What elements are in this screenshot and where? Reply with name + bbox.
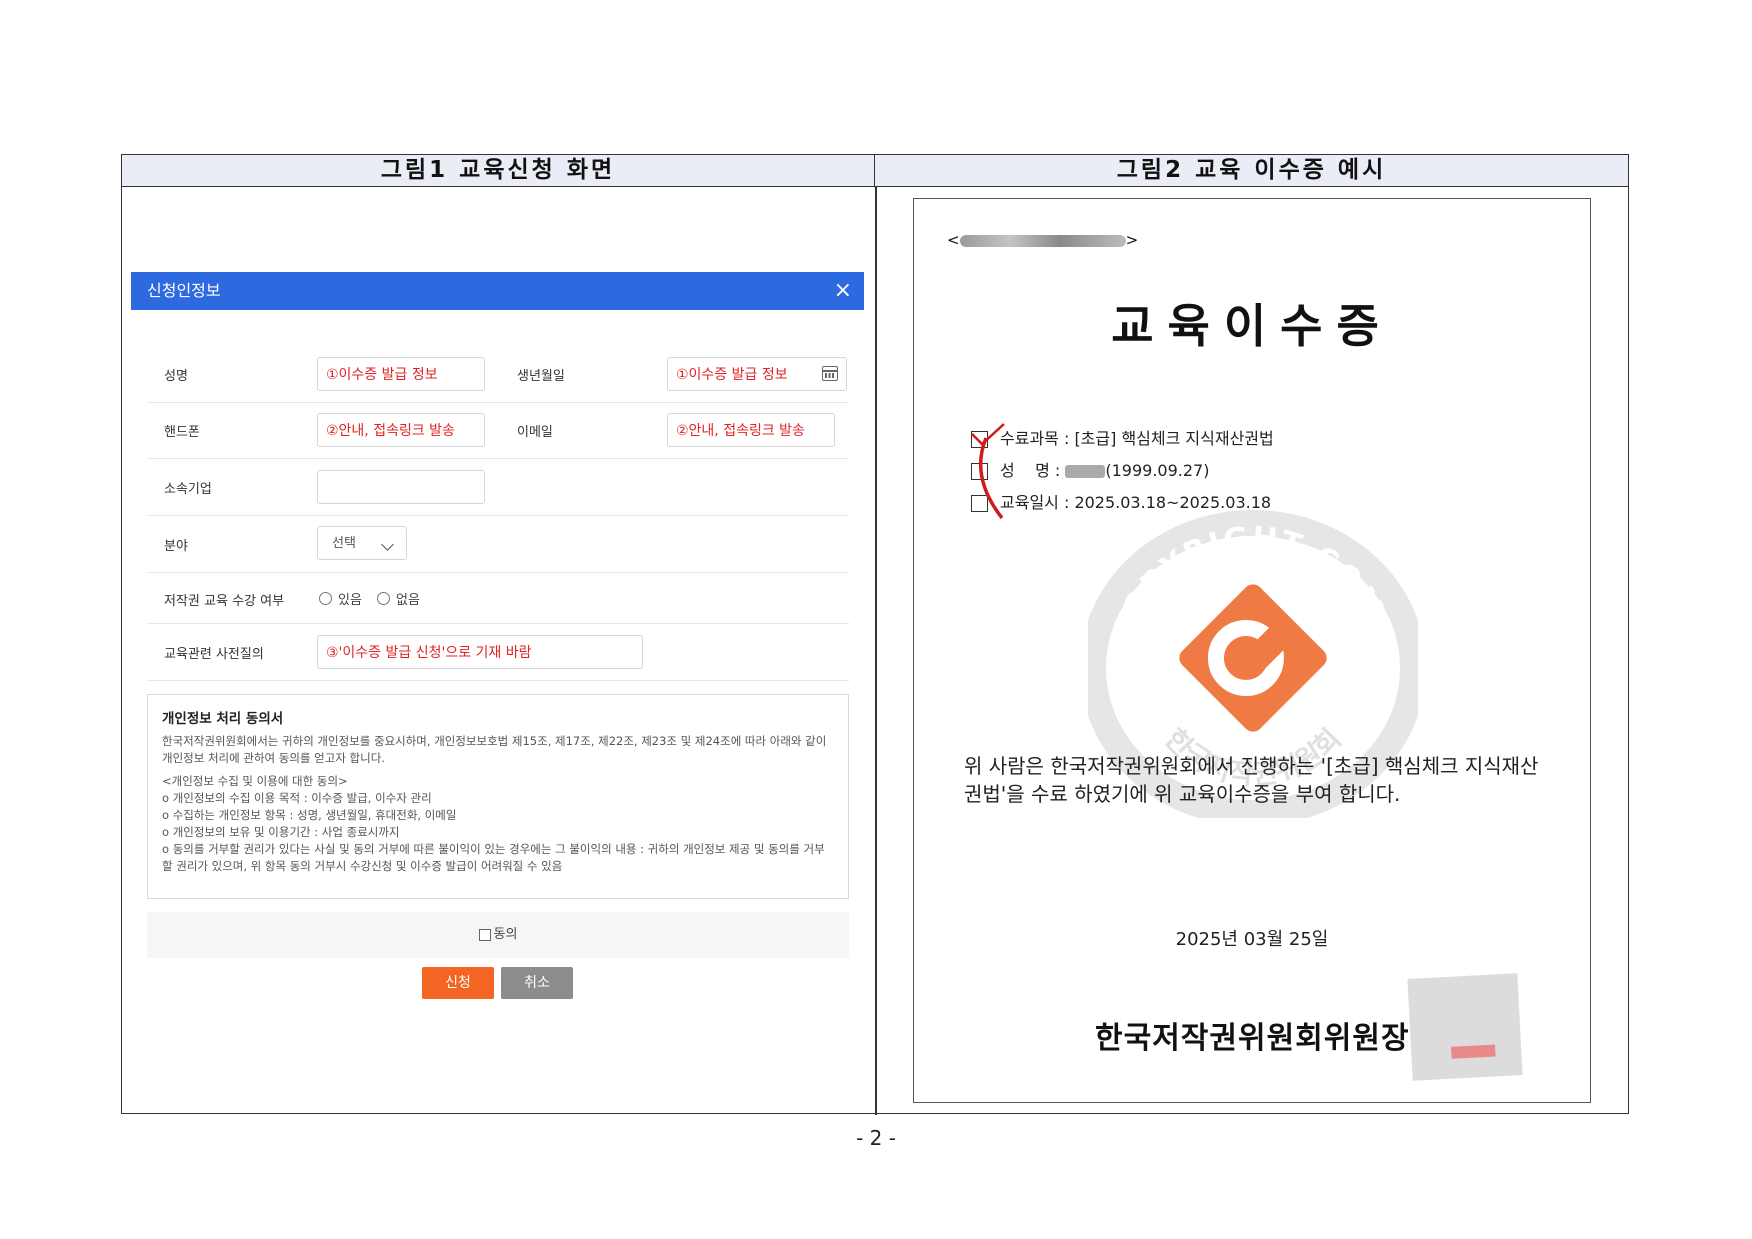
- page-number: - 2 -: [856, 1126, 896, 1150]
- radio-no[interactable]: [377, 592, 391, 605]
- form-titlebar: 신청인정보 ×: [131, 272, 864, 310]
- phone-input[interactable]: ②안내, 접속링크 발송: [317, 413, 485, 447]
- close-icon[interactable]: ×: [834, 272, 852, 310]
- question-label: 교육관련 사전질의: [164, 647, 264, 662]
- redacted-number: [959, 234, 1126, 247]
- certificate-number-prefix: <: [947, 231, 960, 249]
- form-row-question: 교육관련 사전질의 ③'이수증 발급 신청'으로 기재 바람: [147, 624, 849, 681]
- form-title: 신청인정보: [147, 281, 221, 300]
- cancel-button[interactable]: 취소: [501, 967, 573, 999]
- birth-input[interactable]: ①이수증 발급 정보: [667, 357, 847, 391]
- issue-date: 2025년 03월 25일: [1175, 929, 1329, 950]
- field-select[interactable]: 선택: [317, 526, 407, 560]
- redacted-name: [1065, 465, 1106, 478]
- field-select-value: 선택: [332, 536, 356, 551]
- radio-yes-label: 있음: [338, 593, 362, 608]
- form-row-copyright: 저작권 교육 수강 여부 있음 없음: [147, 573, 849, 624]
- apply-button[interactable]: 신청: [422, 967, 494, 999]
- birth-input-value: ①이수증 발급 정보: [676, 367, 788, 383]
- consent-box[interactable]: 개인정보 처리 동의서 한국저작권위원회에서는 귀하의 개인정보를 중요시하며,…: [147, 694, 849, 899]
- radio-no-label: 없음: [396, 593, 420, 608]
- calendar-icon[interactable]: [822, 366, 838, 381]
- red-check-mark-icon: [971, 423, 1005, 520]
- agree-checkbox[interactable]: [478, 928, 491, 941]
- consent-line: o 개인정보의 보유 및 이용기간 : 사업 종료시까지: [162, 825, 400, 839]
- right-header: 그림2 교육 이수증 예시: [875, 155, 1628, 187]
- company-label: 소속기업: [164, 482, 212, 497]
- certificate-body: 위 사람은 한국저작권위원회에서 진행하는 '[초급] 핵심체크 지식재산권법'…: [964, 754, 1539, 806]
- copyright-label: 저작권 교육 수강 여부: [164, 594, 285, 609]
- name-suffix: (1999.09.27): [1105, 461, 1210, 480]
- chevron-down-icon: [381, 538, 394, 551]
- certificate-title: 교육이수증: [1111, 299, 1393, 353]
- column-divider: [875, 186, 877, 1115]
- radio-yes[interactable]: [319, 592, 332, 605]
- form-row-field: 분야 선택: [147, 516, 849, 573]
- course-text: 수료과목 : [초급] 핵심체크 지식재산권법: [1000, 429, 1274, 448]
- redacted-stamp: [1407, 973, 1523, 1081]
- date-range-text: 교육일시 : 2025.03.18~2025.03.18: [1000, 493, 1272, 512]
- issuer-name: 한국저작권위원회위원장: [1095, 1021, 1410, 1056]
- email-label: 이메일: [517, 425, 553, 440]
- field-label: 분야: [164, 539, 188, 554]
- certificate-number: < >: [947, 231, 1138, 249]
- agree-row: 동의: [147, 912, 849, 958]
- left-header: 그림1 교육신청 화면: [122, 155, 875, 187]
- consent-line: o 개인정보의 수집 이용 목적 : 이수증 발급, 이수자 관리: [162, 791, 432, 805]
- form-row-name: 성명 ①이수증 발급 정보 생년월일 ①이수증 발급 정보: [147, 347, 849, 403]
- question-input[interactable]: ③'이수증 발급 신청'으로 기재 바람: [317, 635, 643, 669]
- form-row-phone: 핸드폰 ②안내, 접속링크 발송 이메일 ②안내, 접속링크 발송: [147, 403, 849, 459]
- consent-line: o 수집하는 개인정보 항목 : 성명, 생년월일, 휴대전화, 이메일: [162, 808, 457, 822]
- company-input[interactable]: [317, 470, 485, 504]
- phone-label: 핸드폰: [164, 425, 200, 440]
- name-label: 성명: [164, 369, 188, 384]
- consent-heading: 개인정보 처리 동의서: [162, 711, 284, 727]
- name-input[interactable]: ①이수증 발급 정보: [317, 357, 485, 391]
- email-input[interactable]: ②안내, 접속링크 발송: [667, 413, 835, 447]
- certificate-number-suffix: >: [1125, 231, 1139, 249]
- form-row-company: 소속기업: [147, 459, 849, 516]
- consent-intro: 한국저작권위원회에서는 귀하의 개인정보를 중요시하며, 개인정보보호법 제15…: [162, 734, 827, 765]
- agree-label: 동의: [493, 927, 518, 942]
- copyright-radio-group: 있음 없음: [319, 588, 430, 608]
- consent-line: o 동의를 거부할 권리가 있다는 사실 및 동의 거부에 따른 불이익이 있는…: [162, 842, 825, 873]
- seal-logo: [1179, 584, 1327, 732]
- consent-subheading: <개인정보 수집 및 이용에 대한 동의>: [162, 774, 348, 788]
- birth-label: 생년월일: [517, 369, 565, 384]
